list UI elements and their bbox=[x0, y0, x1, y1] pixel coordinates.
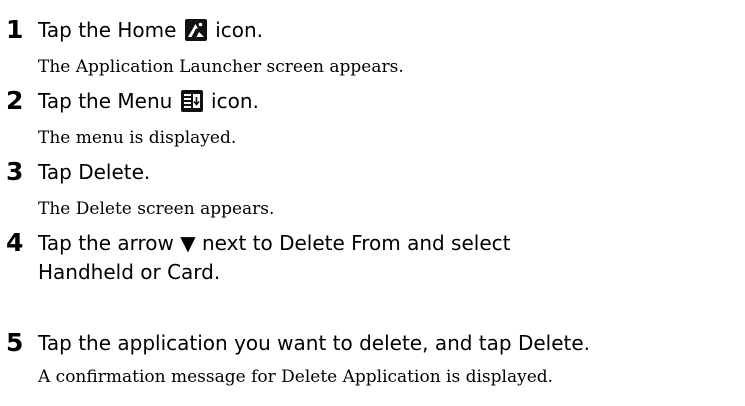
home-icon bbox=[184, 19, 207, 41]
step-instruction: Tap the Home icon. bbox=[38, 16, 263, 45]
step-result: The Application Launcher screen appears. bbox=[38, 57, 404, 77]
step-number: 3 bbox=[6, 157, 24, 186]
instruction-line: Tap the arrow ▼ next to Delete From and … bbox=[38, 231, 511, 255]
instruction-text-before: Tap the Menu bbox=[38, 89, 173, 113]
step-number: 5 bbox=[6, 328, 24, 357]
step-instruction: Tap the arrow ▼ next to Delete From and … bbox=[38, 229, 510, 287]
step-instruction: Tap Delete. bbox=[38, 160, 151, 184]
step-result: The menu is displayed. bbox=[38, 128, 237, 148]
step-instruction: Tap the Menu icon. bbox=[38, 87, 259, 116]
step-result: A confirmation message for Delete Applic… bbox=[38, 367, 554, 387]
step-number: 4 bbox=[6, 228, 24, 257]
step-number: 1 bbox=[6, 15, 24, 44]
instruction-text-after: icon. bbox=[215, 18, 264, 42]
instruction-text-before: Tap the Home bbox=[38, 18, 177, 42]
instruction-text-after: icon. bbox=[211, 89, 259, 113]
menu-icon bbox=[180, 90, 203, 112]
step-result: The Delete screen appears. bbox=[38, 199, 275, 219]
step-instruction: Tap the application you want to delete, … bbox=[38, 331, 591, 355]
step-number: 2 bbox=[6, 86, 24, 115]
instruction-line: Handheld or Card. bbox=[38, 260, 221, 284]
